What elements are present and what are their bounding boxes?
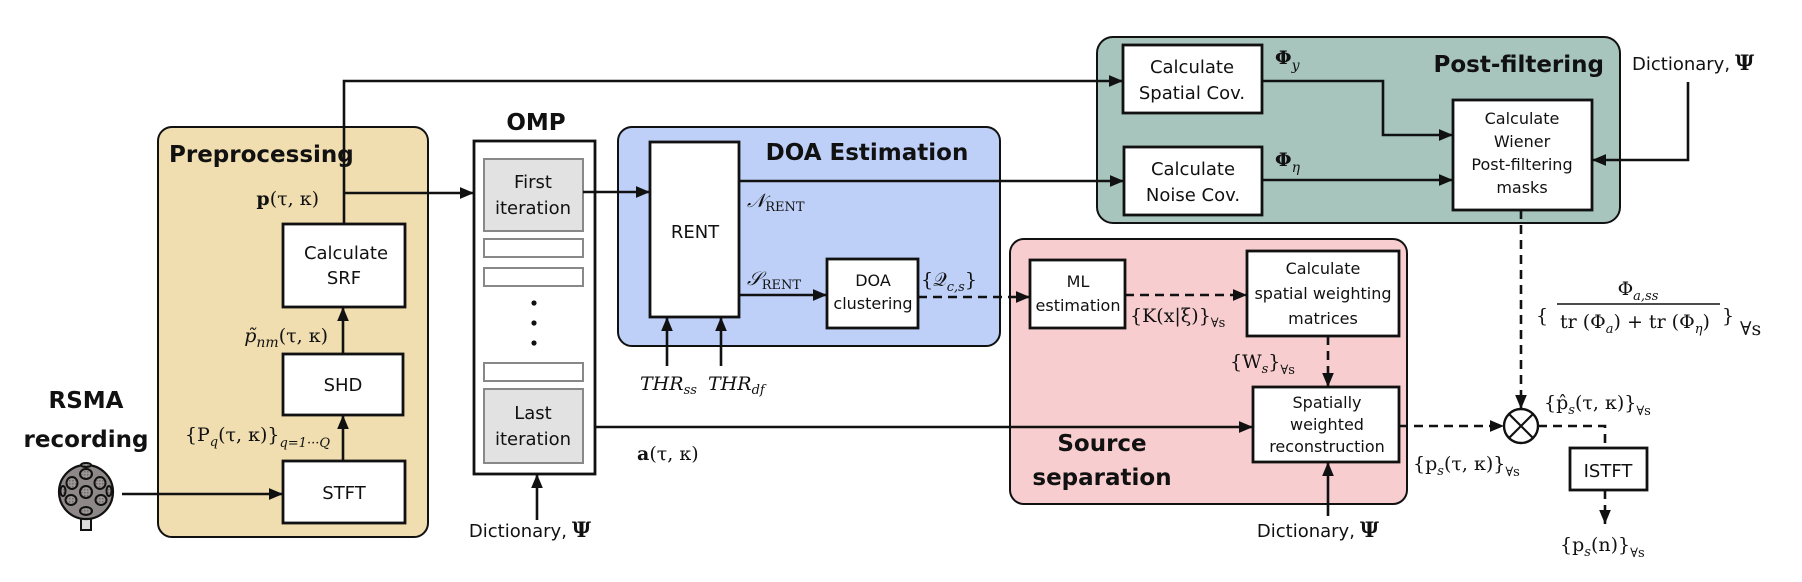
multiply-icon	[1502, 407, 1540, 445]
rsma-title-line2: recording	[24, 427, 149, 453]
post-filtering-title: Post-filtering	[1434, 52, 1604, 78]
calculate-srf-label-line1: Calculate	[304, 243, 388, 264]
csw-line2: spatial weighting	[1254, 284, 1391, 303]
ellipsis-dot	[531, 320, 537, 326]
omp-last-iteration[interactable]	[483, 388, 584, 464]
formula-forall: ∀s	[1740, 318, 1761, 340]
system-block-diagram: Preprocessing DOA Estimation Source sepa…	[24, 36, 1761, 561]
spherical-microphone-array-icon	[57, 462, 115, 531]
ml-estimation-block[interactable]	[1028, 258, 1127, 330]
formula-right-brace: }	[1722, 305, 1734, 327]
source-separation-title-line1: Source	[1057, 431, 1146, 457]
omp-first-iteration-line1: First	[514, 172, 552, 193]
wiener-mask-formula: { Φa,ss tr (Φa) + tr (Φη) } ∀s	[1536, 278, 1761, 340]
omp-iteration-slot	[483, 267, 584, 287]
omp-last-iteration-line2: iteration	[495, 429, 571, 450]
srf-output-label: p(τ, κ)	[256, 188, 319, 210]
omp-iteration-slot	[483, 238, 584, 258]
shd-label: SHD	[324, 375, 363, 396]
omp-first-iteration-line2: iteration	[495, 198, 571, 219]
spatial-cov-line1: Calculate	[1150, 57, 1234, 78]
preprocessing-title: Preprocessing	[169, 142, 354, 168]
ml-estimation-line1: ML	[1067, 272, 1090, 291]
omp-iteration-slot	[483, 362, 584, 382]
stft-label: STFT	[322, 483, 366, 504]
omp-last-iteration-line1: Last	[514, 403, 552, 424]
csw-line3: matrices	[1288, 309, 1358, 328]
thr-df-label: THRdf	[708, 373, 767, 398]
omp-first-iteration[interactable]	[483, 158, 584, 232]
rent-label: RENT	[671, 222, 720, 243]
calculate-srf-block[interactable]	[281, 222, 407, 309]
noise-cov-line2: Noise Cov.	[1146, 185, 1240, 206]
separated-sources-label: {ps(τ, κ)}∀s	[1413, 453, 1520, 480]
formula-denominator: tr (Φa) + tr (Φη)	[1560, 311, 1710, 337]
swr-line3: reconstruction	[1269, 437, 1385, 456]
ml-estimation-line2: estimation	[1036, 296, 1121, 315]
ss-dictionary-label: Dictionary, Ψ	[1257, 517, 1380, 542]
rsma-title-line1: RSMA	[49, 388, 124, 414]
final-output-label: {ps(n)}∀s	[1560, 534, 1645, 561]
csw-line1: Calculate	[1286, 259, 1361, 278]
swr-line1: Spatially	[1293, 393, 1362, 412]
wiener-line3: Post-filtering	[1471, 155, 1572, 174]
omp-dictionary-label: Dictionary, Ψ	[469, 517, 592, 542]
formula-left-brace: {	[1536, 305, 1548, 327]
omp-title: OMP	[506, 110, 565, 136]
doa-estimation-title: DOA Estimation	[766, 140, 969, 166]
thr-ss-label: THRss	[640, 373, 697, 398]
doa-clustering-line2: clustering	[833, 294, 912, 313]
wiener-line1: Calculate	[1485, 109, 1560, 128]
wiener-line4: masks	[1496, 178, 1547, 197]
calculate-srf-label-line2: SRF	[327, 268, 361, 289]
wiener-line2: Wiener	[1494, 132, 1551, 151]
multiplier-to-istft-line	[1538, 424, 1607, 448]
ellipsis-dot	[531, 340, 537, 346]
noise-cov-line1: Calculate	[1151, 159, 1235, 180]
doa-clustering-line1: DOA	[855, 271, 891, 290]
formula-numerator: Φa,ss	[1618, 278, 1659, 304]
ellipsis-dot	[531, 300, 537, 306]
swr-line2: weighted	[1290, 415, 1364, 434]
spatial-cov-line2: Spatial Cov.	[1139, 83, 1245, 104]
filtered-sources-label: {p̂s(τ, κ)}∀s	[1544, 392, 1651, 419]
source-separation-title-line2: separation	[1032, 465, 1171, 491]
omp-output-label: a(τ, κ)	[637, 443, 699, 465]
pf-dictionary-label: Dictionary, Ψ	[1632, 50, 1755, 75]
istft-label: ISTFT	[1584, 461, 1634, 482]
